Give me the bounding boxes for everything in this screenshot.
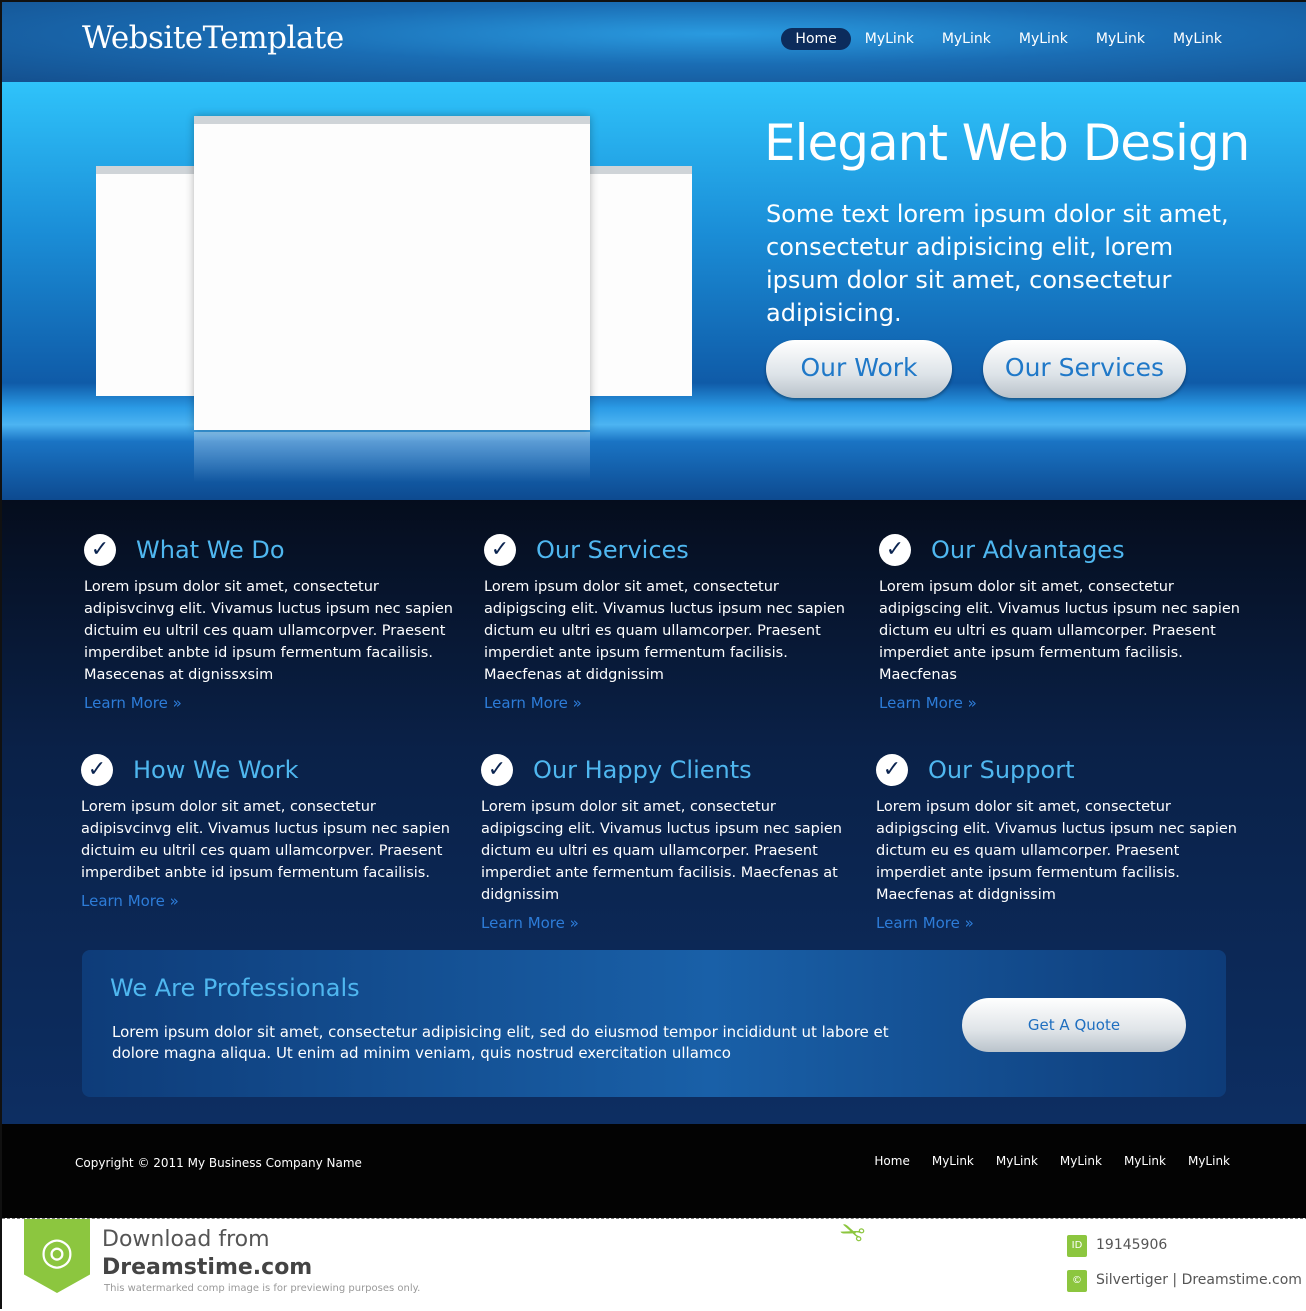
main-nav: Home MyLink MyLink MyLink MyLink MyLink (781, 28, 1236, 50)
footer-nav-mylink-2[interactable]: MyLink (996, 1154, 1038, 1168)
watermark-line1: Download from (102, 1227, 270, 1252)
check-icon: ✓ (81, 754, 113, 786)
feature-title: Our Advantages (931, 536, 1125, 564)
feature-title: How We Work (133, 756, 299, 784)
professionals-title: We Are Professionals (110, 974, 360, 1002)
watermark-bar: ◎ ✂ Download from Dreamstime.com This wa… (2, 1210, 1306, 1311)
learn-more-link[interactable]: Learn More » (879, 694, 1249, 712)
feature-text: Lorem ipsum dolor sit amet, consectetur … (81, 799, 450, 881)
learn-more-link[interactable]: Learn More » (876, 914, 1246, 932)
footer-nav-mylink-3[interactable]: MyLink (1060, 1154, 1102, 1168)
image-id: 19145906 (1096, 1237, 1168, 1253)
feature-happy-clients: ✓ Our Happy Clients Lorem ipsum dolor sit … (481, 750, 851, 932)
feature-title: Our Happy Clients (533, 756, 752, 784)
check-icon: ✓ (879, 534, 911, 566)
feature-our-advantages: ✓ Our Advantages Lorem ipsum dolor sit ame… (879, 530, 1249, 712)
slide-panel-main (194, 116, 590, 430)
feature-our-services: ✓ Our Services Lorem ipsum dolor sit amet,… (484, 530, 854, 712)
watermark-line2: Dreamstime.com (102, 1255, 313, 1280)
dreamstime-spiral-icon: ◎ (24, 1219, 90, 1293)
footer-nav-home[interactable]: Home (874, 1154, 909, 1168)
learn-more-link[interactable]: Learn More » (84, 694, 454, 712)
check-icon: ✓ (484, 534, 516, 566)
nav-mylink-5[interactable]: MyLink (1159, 28, 1236, 50)
nav-mylink-2[interactable]: MyLink (928, 28, 1005, 50)
professionals-text: Lorem ipsum dolor sit amet, consectetur … (112, 1023, 889, 1062)
slide-panel-left (96, 166, 196, 396)
feature-title: What We Do (136, 536, 285, 564)
feature-title: Our Services (536, 536, 689, 564)
content-area: ✓ What We Do Lorem ipsum dolor sit amet, c… (2, 500, 1306, 1124)
check-icon: ✓ (876, 754, 908, 786)
footer: Copyright © 2011 My Business Company Nam… (2, 1124, 1306, 1218)
our-work-button[interactable]: Our Work (766, 340, 952, 398)
nav-mylink-1[interactable]: MyLink (851, 28, 928, 50)
header: WebsiteTemplate Home MyLink MyLink MyLin… (2, 2, 1306, 82)
learn-more-link[interactable]: Learn More » (481, 914, 851, 932)
hero-text: Some text lorem ipsum dolor sit amet, co… (766, 200, 1229, 327)
nav-mylink-3[interactable]: MyLink (1005, 28, 1082, 50)
footer-nav-mylink-4[interactable]: MyLink (1124, 1154, 1166, 1168)
check-icon: ✓ (84, 534, 116, 566)
feature-text: Lorem ipsum dolor sit amet, consectetur … (84, 579, 453, 683)
copyright-icon: © (1067, 1270, 1087, 1292)
footer-nav-mylink-5[interactable]: MyLink (1188, 1154, 1230, 1168)
feature-what-we-do: ✓ What We Do Lorem ipsum dolor sit amet, c… (84, 530, 454, 712)
feature-text: Lorem ipsum dolor sit amet, consectetur … (879, 579, 1240, 683)
learn-more-link[interactable]: Learn More » (81, 892, 451, 910)
feature-title: Our Support (928, 756, 1075, 784)
image-credit: Silvertiger | Dreamstime.com (1096, 1272, 1302, 1288)
hero-banner: Elegant Web Design Some text lorem ipsum… (2, 82, 1306, 500)
site-logo[interactable]: WebsiteTemplate (82, 20, 344, 56)
check-icon: ✓ (481, 754, 513, 786)
feature-text: Lorem ipsum dolor sit amet, consectetur … (876, 799, 1237, 903)
our-services-button[interactable]: Our Services (983, 340, 1186, 398)
nav-mylink-4[interactable]: MyLink (1082, 28, 1159, 50)
footer-nav-mylink-1[interactable]: MyLink (932, 1154, 974, 1168)
slide-panel-right (588, 166, 692, 396)
feature-how-we-work: ✓ How We Work Lorem ipsum dolor sit amet, … (81, 750, 451, 910)
professionals-box: We Are Professionals Lorem ipsum dolor s… (82, 950, 1226, 1097)
watermark-line3: This watermarked comp image is for previ… (104, 1283, 421, 1294)
learn-more-link[interactable]: Learn More » (484, 694, 854, 712)
feature-text: Lorem ipsum dolor sit amet, consectetur … (484, 579, 845, 683)
feature-our-support: ✓ Our Support Lorem ipsum dolor sit amet, … (876, 750, 1246, 932)
slide-reflection (194, 432, 590, 482)
feature-text: Lorem ipsum dolor sit amet, consectetur … (481, 799, 842, 903)
copyright: Copyright © 2011 My Business Company Nam… (75, 1156, 362, 1170)
hero-title: Elegant Web Design (764, 114, 1250, 172)
nav-home[interactable]: Home (781, 28, 851, 50)
footer-nav: Home MyLink MyLink MyLink MyLink MyLink (874, 1154, 1230, 1168)
id-icon: ID (1067, 1235, 1087, 1257)
get-quote-button[interactable]: Get A Quote (962, 998, 1186, 1052)
